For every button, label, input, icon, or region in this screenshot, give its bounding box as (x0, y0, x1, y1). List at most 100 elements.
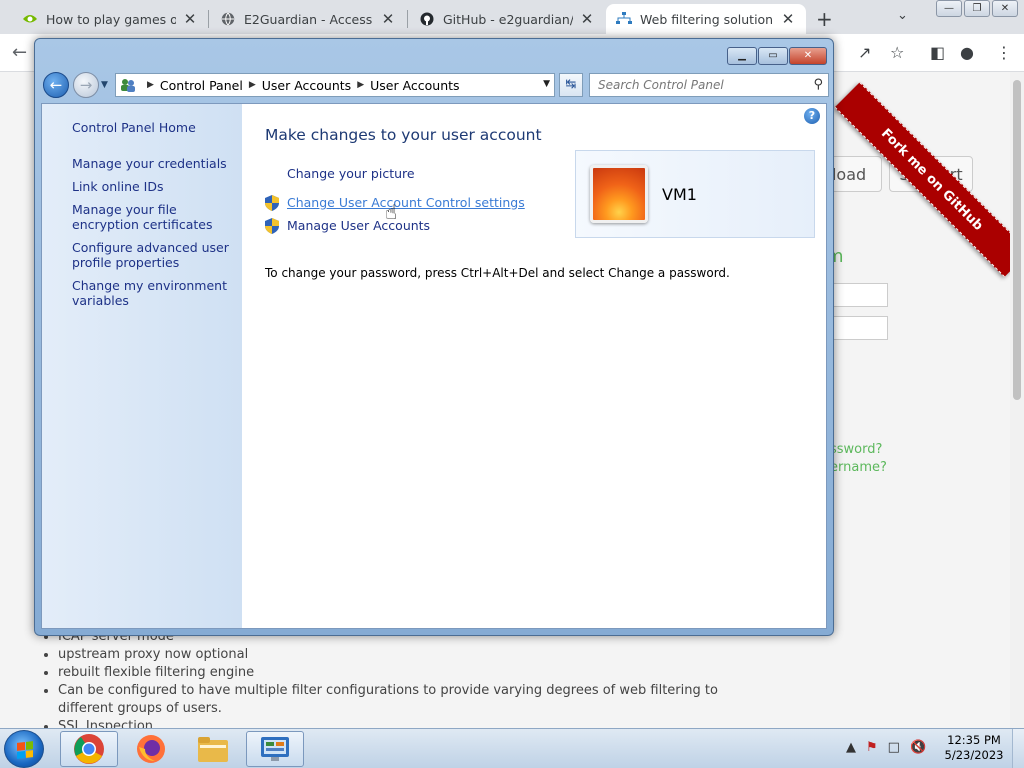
forgot-username-link[interactable]: ername? (830, 460, 887, 475)
address-dropdown-icon[interactable]: ▼ (543, 79, 550, 89)
scrollbar-thumb[interactable] (1013, 80, 1021, 400)
page-title: Make changes to your user account (265, 126, 542, 144)
user-account-card: VM1 (575, 150, 815, 238)
new-tab-button[interactable]: + (816, 7, 833, 31)
profile-avatar-icon[interactable]: ● (960, 43, 974, 62)
refresh-icon[interactable]: ↹ (559, 73, 583, 97)
tab-web-filtering-solution[interactable]: Web filtering solution ✕ (606, 4, 806, 34)
address-bar[interactable]: ▶ Control Panel ▶ User Accounts ▶ User A… (115, 73, 555, 97)
uac-shield-icon (265, 218, 279, 234)
explorer-icon[interactable] (184, 731, 242, 767)
control-panel-content: Control Panel Home Manage your credentia… (41, 103, 827, 629)
list-item: different groups of users. (58, 701, 222, 716)
breadcrumb-control-panel[interactable]: Control Panel (160, 78, 243, 93)
tab-title: Web filtering solution (640, 11, 774, 27)
clock-time: 12:35 PM (947, 733, 1001, 747)
search-icon[interactable]: ⚲ (813, 77, 823, 92)
feature-list: ICAP server mode upstream proxy now opti… (42, 628, 718, 728)
tab-search-chevron-icon[interactable]: ⌄ (897, 8, 908, 23)
list-item: rebuilt flexible filtering engine (58, 664, 718, 682)
globe-icon (220, 11, 236, 27)
list-item: SSL Inspection (58, 718, 718, 728)
bookmark-star-icon[interactable]: ☆ (890, 43, 904, 62)
page-scrollbar[interactable] (1010, 72, 1024, 728)
tab-title: How to play games on G (46, 11, 176, 27)
tab-e2guardian-access-denied[interactable]: E2Guardian - Access Den ✕ (210, 4, 406, 34)
browser-tab-strip: How to play games on G ✕ E2Guardian - Ac… (0, 0, 1024, 34)
user-name: VM1 (662, 185, 697, 204)
search-input[interactable]: Search Control Panel ⚲ (589, 73, 829, 97)
action-center-flag-icon[interactable]: ⚑ (866, 740, 878, 755)
volume-muted-icon[interactable]: 🔇 (910, 740, 926, 755)
side-panel-icon[interactable]: ◧ (930, 43, 945, 62)
taskbar: ▲ ⚑ □ 🔇 12:35 PM 5/23/2023 (0, 728, 1024, 768)
notification-area: ▲ ⚑ □ 🔇 (846, 740, 926, 755)
advanced-profile-properties-link[interactable]: Configure advanced user profile properti… (72, 240, 232, 270)
browser-window-controls: — ❐ ✕ (934, 0, 1018, 17)
browser-back-icon[interactable]: ← (12, 42, 27, 63)
share-icon[interactable]: ↗ (858, 43, 871, 62)
github-icon (419, 11, 435, 27)
firefox-icon[interactable] (122, 731, 180, 767)
breadcrumb-chevron-icon[interactable]: ▶ (357, 80, 364, 90)
back-arrow-icon[interactable]: ← (43, 72, 69, 98)
password-instructions: To change your password, press Ctrl+Alt+… (265, 266, 730, 280)
start-button[interactable] (4, 730, 44, 768)
file-encryption-certificates-link[interactable]: Manage your file encryption certificates (72, 202, 232, 232)
maximize-button[interactable]: ▭ (758, 47, 788, 65)
user-accounts-icon (119, 76, 137, 94)
tab-divider (208, 10, 209, 28)
control-panel-window: ▁ ▭ ✕ ← → ▼ ▶ Control Panel ▶ User Accou… (34, 38, 834, 636)
network-icon[interactable]: □ (888, 740, 900, 755)
chrome-icon[interactable] (60, 731, 118, 767)
control-panel-icon[interactable] (246, 731, 304, 767)
environment-variables-link[interactable]: Change my environment variables (72, 278, 232, 308)
clock-date: 5/23/2023 (944, 748, 1004, 762)
windows-logo-icon (17, 741, 33, 759)
manage-user-accounts-link[interactable]: Manage User Accounts (287, 218, 430, 233)
control-panel-home-link[interactable]: Control Panel Home (72, 120, 232, 135)
close-icon[interactable]: ✕ (380, 10, 396, 28)
manage-credentials-link[interactable]: Manage your credentials (72, 156, 232, 171)
browser-menu-icon[interactable]: ⋮ (996, 43, 1012, 62)
browser-restore-button[interactable]: ❐ (964, 0, 990, 17)
breadcrumb-user-accounts-current[interactable]: User Accounts (370, 78, 459, 93)
close-icon[interactable]: ✕ (780, 10, 796, 28)
network-icon (616, 11, 632, 27)
breadcrumb-user-accounts[interactable]: User Accounts (262, 78, 351, 93)
change-uac-settings-link[interactable]: Change User Account Control settings (287, 195, 525, 210)
forgot-password-link[interactable]: ssword? (830, 442, 882, 457)
tab-title: E2Guardian - Access Den (244, 11, 374, 27)
tab-how-to-play-games[interactable]: How to play games on G ✕ (12, 4, 208, 34)
tab-divider (407, 10, 408, 28)
uac-shield-icon (265, 195, 279, 211)
list-item: Can be configured to have multiple filte… (58, 682, 718, 700)
navigation-bar: ← → ▼ ▶ Control Panel ▶ User Accounts ▶ … (41, 71, 829, 101)
clock[interactable]: 12:35 PM 5/23/2023 (944, 733, 1004, 763)
main-pane: ? Make changes to your user account Chan… (242, 104, 826, 628)
task-pane: Control Panel Home Manage your credentia… (42, 104, 242, 628)
forward-arrow-icon[interactable]: → (73, 72, 99, 98)
tab-title: GitHub - e2guardian/e2g (443, 11, 573, 27)
help-icon[interactable]: ? (804, 108, 820, 124)
avatar[interactable] (590, 165, 648, 223)
breadcrumb-chevron-icon[interactable]: ▶ (147, 80, 154, 90)
minimize-button[interactable]: ▁ (727, 47, 757, 65)
close-button[interactable]: ✕ (789, 47, 827, 65)
search-placeholder: Search Control Panel (598, 78, 724, 92)
nvidia-icon (22, 11, 38, 27)
breadcrumb-chevron-icon[interactable]: ▶ (249, 80, 256, 90)
close-icon[interactable]: ✕ (579, 10, 595, 28)
show-desktop-button[interactable] (1012, 729, 1024, 768)
link-online-ids-link[interactable]: Link online IDs (72, 179, 232, 194)
username-input[interactable] (826, 283, 888, 307)
password-input[interactable] (826, 316, 888, 340)
show-hidden-icons-icon[interactable]: ▲ (846, 740, 856, 755)
browser-minimize-button[interactable]: — (936, 0, 962, 17)
recent-pages-dropdown-icon[interactable]: ▼ (101, 80, 108, 90)
list-item: upstream proxy now optional (58, 646, 718, 664)
browser-close-button[interactable]: ✕ (992, 0, 1018, 17)
change-picture-link[interactable]: Change your picture (287, 166, 415, 181)
tab-github-e2guardian[interactable]: GitHub - e2guardian/e2g ✕ (409, 4, 605, 34)
close-icon[interactable]: ✕ (182, 10, 198, 28)
